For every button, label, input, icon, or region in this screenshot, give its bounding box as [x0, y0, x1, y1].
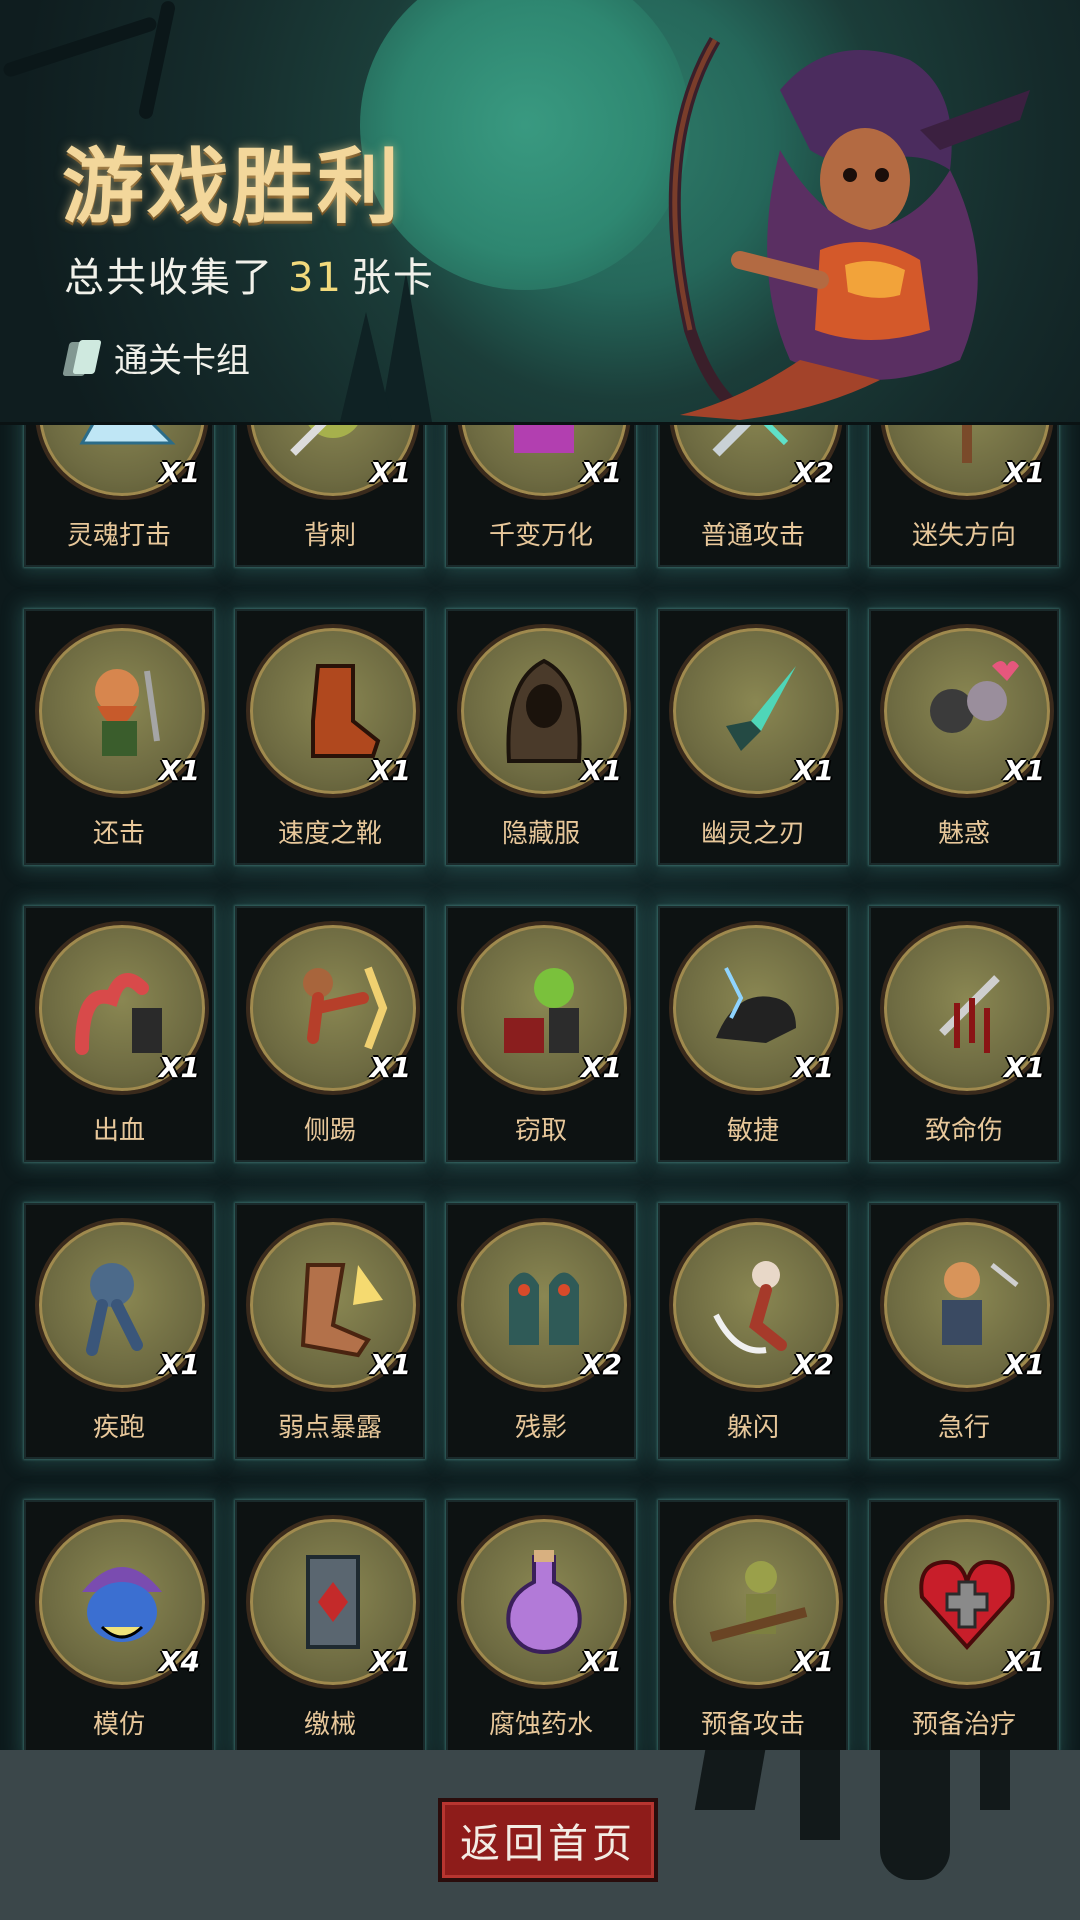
clear-deck-link[interactable]: 通关卡组 — [62, 333, 250, 382]
hooded-archer-illustration — [668, 36, 1030, 420]
skill-card[interactable]: X1 缴械 — [235, 1500, 425, 1750]
collected-prefix: 总共收集了 — [64, 255, 274, 301]
card-name: 速度之靴 — [277, 819, 382, 849]
skill-card[interactable]: X4 模仿 — [24, 1500, 214, 1750]
card-deck-icon — [62, 338, 102, 378]
card-count: X1 — [792, 754, 834, 787]
card-count: X1 — [158, 754, 200, 787]
card-count: X1 — [369, 754, 411, 787]
card-count: X1 — [1003, 1645, 1045, 1678]
card-name: 急行 — [937, 1413, 990, 1443]
return-home-button[interactable]: 返回首页 — [438, 1798, 658, 1882]
skill-card[interactable]: X1 速度之靴 — [235, 609, 425, 865]
card-name: 弱点暴露 — [277, 1413, 382, 1443]
card-name: 残影 — [514, 1413, 567, 1443]
card-count: X1 — [369, 1645, 411, 1678]
card-name: 普通攻击 — [700, 521, 805, 551]
skill-card[interactable]: X1 隐藏服 — [446, 609, 636, 865]
card-count: X1 — [1003, 1051, 1045, 1084]
card-count: X1 — [580, 1051, 622, 1084]
stump-silhouette — [694, 1750, 766, 1810]
skill-card[interactable]: X2 躲闪 — [658, 1203, 848, 1459]
card-count: X1 — [792, 1645, 834, 1678]
collected-count: 31 — [288, 255, 343, 301]
card-count: X1 — [158, 1348, 200, 1381]
stump-silhouette — [980, 1750, 1010, 1810]
skill-card[interactable]: X1 侧踢 — [235, 906, 425, 1162]
skill-card[interactable]: X1 窃取 — [446, 906, 636, 1162]
card-count: X1 — [580, 1645, 622, 1678]
card-count: X1 — [580, 754, 622, 787]
card-name: 隐藏服 — [501, 819, 580, 849]
stump-silhouette — [800, 1750, 840, 1840]
card-count: X1 — [158, 1051, 200, 1084]
victory-title: 游戏胜利 — [62, 140, 403, 235]
collected-suffix: 张卡 — [350, 255, 435, 301]
card-name: 魅惑 — [937, 819, 990, 849]
card-name: 灵魂打击 — [66, 521, 171, 551]
skill-card[interactable]: X1 背刺 — [235, 425, 425, 567]
card-count: X1 — [1003, 456, 1045, 489]
card-name: 预备攻击 — [700, 1710, 805, 1740]
skill-card[interactable]: X1 迷失方向 — [869, 425, 1059, 567]
skill-card[interactable]: X1 弱点暴露 — [235, 1203, 425, 1459]
branch-silhouette — [1, 15, 159, 79]
skill-card[interactable]: X1 出血 — [24, 906, 214, 1162]
card-name: 致命伤 — [924, 1116, 1003, 1146]
card-name: 腐蚀药水 — [488, 1710, 593, 1740]
card-name: 模仿 — [92, 1710, 145, 1740]
card-name: 躲闪 — [726, 1413, 779, 1443]
skill-card[interactable]: X2 残影 — [446, 1203, 636, 1459]
card-name: 还击 — [92, 819, 145, 849]
card-count: X2 — [792, 456, 834, 489]
footer-bar: 返回首页 — [0, 1750, 1080, 1920]
skill-card[interactable]: X1 预备攻击 — [658, 1500, 848, 1750]
card-count: X1 — [792, 1051, 834, 1084]
skill-card[interactable]: X1 敏捷 — [658, 906, 848, 1162]
card-name: 缴械 — [303, 1710, 356, 1740]
skill-card[interactable]: X1 致命伤 — [869, 906, 1059, 1162]
skill-card[interactable]: X1 还击 — [24, 609, 214, 865]
card-count: X1 — [1003, 754, 1045, 787]
stump-silhouette — [880, 1750, 950, 1880]
skill-card[interactable]: X1 灵魂打击 — [24, 425, 214, 567]
card-count: X1 — [369, 1051, 411, 1084]
skill-card[interactable]: X1 幽灵之刃 — [658, 609, 848, 865]
skill-card[interactable]: X2 普通攻击 — [658, 425, 848, 567]
victory-header: 游戏胜利 总共收集了 31 张卡 通关卡组 — [0, 0, 1080, 425]
card-name: 千变万化 — [488, 521, 593, 551]
skill-card[interactable]: X1 魅惑 — [869, 609, 1059, 865]
card-count: X2 — [580, 1348, 622, 1381]
card-count: X1 — [580, 456, 622, 489]
card-name: 侧踢 — [303, 1116, 356, 1146]
card-name: 敏捷 — [726, 1116, 779, 1146]
card-count: X1 — [1003, 1348, 1045, 1381]
card-name: 窃取 — [514, 1116, 567, 1146]
card-count: X1 — [369, 456, 411, 489]
skill-card[interactable]: X1 腐蚀药水 — [446, 1500, 636, 1750]
skill-card[interactable]: X1 疾跑 — [24, 1203, 214, 1459]
skill-card[interactable]: X1 千变万化 — [446, 425, 636, 567]
skill-card[interactable]: X1 急行 — [869, 1203, 1059, 1459]
skill-card[interactable]: X1 预备治疗 — [869, 1500, 1059, 1750]
collected-summary: 总共收集了 31 张卡 — [64, 245, 435, 303]
card-name: 背刺 — [303, 521, 356, 551]
card-name: 疾跑 — [92, 1413, 145, 1443]
card-name: 幽灵之刃 — [700, 819, 805, 849]
card-name: 迷失方向 — [911, 521, 1016, 551]
tree-silhouette — [340, 312, 392, 422]
card-count: X4 — [158, 1645, 200, 1678]
card-count: X1 — [158, 456, 200, 489]
card-count: X1 — [369, 1348, 411, 1381]
card-count: X2 — [792, 1348, 834, 1381]
card-name: 预备治疗 — [911, 1710, 1016, 1740]
clear-deck-label: 通关卡组 — [114, 341, 250, 381]
card-grid-scroll-area[interactable]: X1 灵魂打击 X1 背刺 X1 千变万化 X2 普通攻击 X1 迷失方向 X1 还击 X1 速度之靴 X1… — [0, 425, 1080, 1750]
card-name: 出血 — [92, 1116, 145, 1146]
